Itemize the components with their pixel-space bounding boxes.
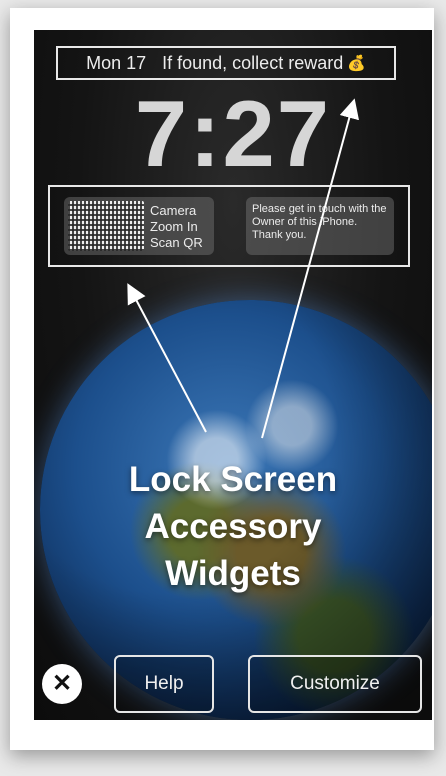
arrow-to-widgets <box>127 283 207 433</box>
headline: Lock Screen Accessory Widgets <box>128 460 338 593</box>
close-icon: ✕ <box>51 670 73 697</box>
help-button[interactable]: Help <box>114 655 214 713</box>
arrow-to-topbar <box>261 98 360 439</box>
close-button[interactable]: ✕ <box>42 664 82 704</box>
customize-button[interactable]: Customize <box>248 655 422 713</box>
